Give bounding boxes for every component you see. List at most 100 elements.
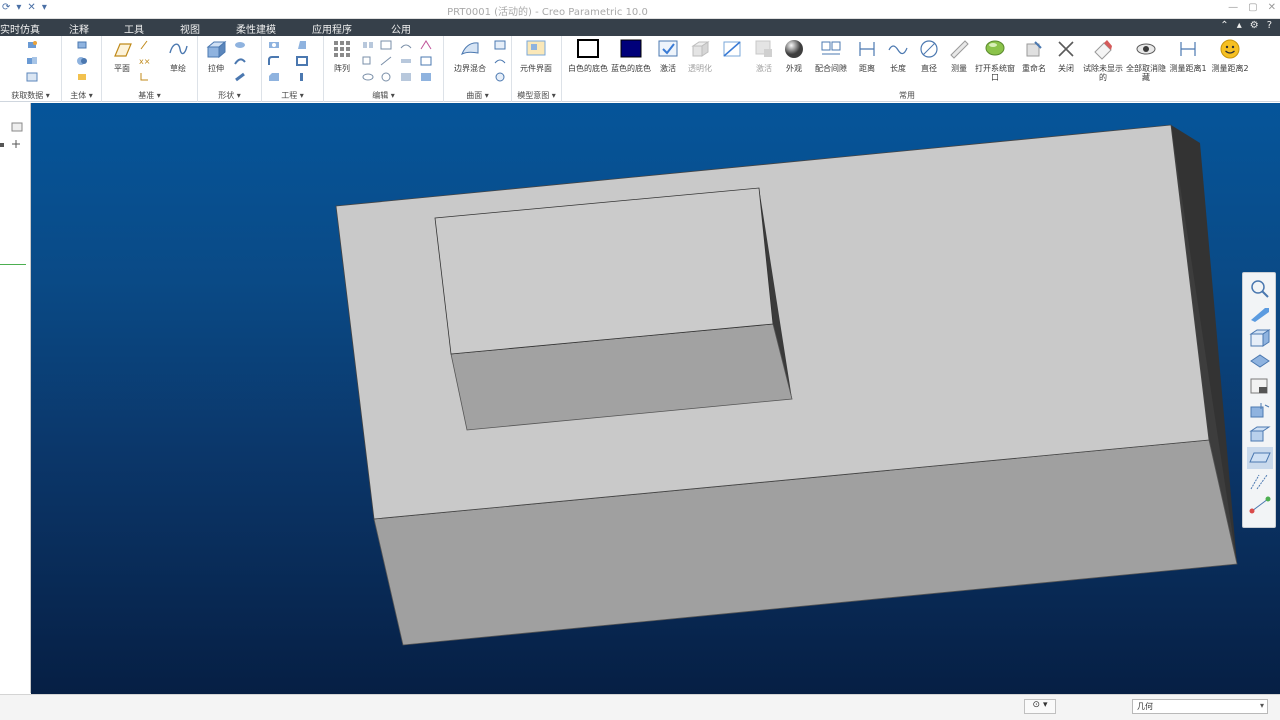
measure-dist-2-button[interactable]: 测量距离2 xyxy=(1210,38,1250,73)
mate-gap-button[interactable]: 配合间隙 xyxy=(810,38,852,73)
axis-icon[interactable] xyxy=(138,40,150,50)
sketch-icon xyxy=(169,43,188,55)
group-label-body[interactable]: 主体 ▾ xyxy=(62,90,101,101)
merge-icon[interactable] xyxy=(26,56,38,66)
section-icon[interactable] xyxy=(1247,423,1273,445)
solidify-icon[interactable] xyxy=(400,72,412,82)
group-model-intent: 元件界面 模型意图 ▾ xyxy=(512,36,562,102)
thicken-icon[interactable] xyxy=(400,56,412,66)
help-icon[interactable]: ? xyxy=(1267,20,1272,31)
perspective-icon[interactable] xyxy=(1247,399,1273,421)
boundary-blend-icon xyxy=(461,42,479,56)
freestyle-icon[interactable] xyxy=(494,72,506,82)
split-icon[interactable] xyxy=(76,72,88,82)
sweep-icon[interactable] xyxy=(234,56,246,66)
project-icon[interactable] xyxy=(380,72,392,82)
tab-view[interactable]: 视图 xyxy=(180,21,200,36)
merge-surfaces-icon[interactable] xyxy=(380,40,392,50)
zoom-icon[interactable] xyxy=(1247,277,1273,299)
collapse-ribbon-icon[interactable]: ⌃ xyxy=(1220,20,1228,31)
try-hidden-button[interactable]: 试除未显示的 xyxy=(1082,38,1124,82)
add-icon[interactable] xyxy=(10,138,22,150)
distance-icon xyxy=(859,42,875,56)
expand-icon[interactable]: ▴ xyxy=(1237,20,1242,31)
point-display-icon[interactable] xyxy=(1247,495,1273,517)
graphics-viewport[interactable] xyxy=(31,103,1280,694)
swept-blend-icon[interactable] xyxy=(234,72,246,82)
fill-icon[interactable] xyxy=(494,40,506,50)
trim-icon[interactable] xyxy=(362,72,374,82)
diameter-icon xyxy=(920,40,938,58)
saved-orientations-icon[interactable] xyxy=(1247,351,1273,373)
ribbon: 获取数据 ▾ 主体 ▾ 平面 x× 草绘 基准 ▾ 拉伸 形状 ▾ 工程 ▾ 阵… xyxy=(0,36,1280,102)
chamfer-icon[interactable] xyxy=(268,72,280,82)
refit-icon[interactable] xyxy=(1247,302,1273,324)
mirror-icon[interactable] xyxy=(362,40,374,50)
settings-gear-icon[interactable]: ⚙ xyxy=(1250,20,1259,31)
panel-tool-icon[interactable] xyxy=(10,121,24,133)
group-label-surfaces[interactable]: 曲面 ▾ xyxy=(444,90,511,101)
open-sys-window-button[interactable]: 打开系统窗口 xyxy=(973,38,1017,82)
tab-annotate[interactable]: 注释 xyxy=(69,21,89,36)
sketch-button[interactable]: 草绘 xyxy=(158,38,198,73)
group-label-engineering[interactable]: 工程 ▾ xyxy=(262,90,323,101)
view-manager-icon[interactable] xyxy=(1247,375,1273,397)
tab-realtime-simulation[interactable]: 实时仿真 xyxy=(0,21,40,36)
group-label-get-data[interactable]: 获取数据 ▾ xyxy=(0,90,61,101)
appearance-button[interactable]: 外观 xyxy=(774,38,814,73)
body-icon[interactable] xyxy=(76,40,88,50)
boolean-icon[interactable] xyxy=(76,56,88,66)
coordinate-system-icon[interactable] xyxy=(138,72,150,82)
copy-geometry-icon[interactable] xyxy=(26,40,38,50)
close-icon[interactable]: ✕ xyxy=(1268,2,1276,13)
tab-flexible-modeling[interactable]: 柔性建模 xyxy=(236,21,276,36)
display-style-icon[interactable] xyxy=(1247,327,1273,349)
slash-box-icon xyxy=(723,41,741,57)
group-label-shapes[interactable]: 形状 ▾ xyxy=(198,90,261,101)
group-label-editing[interactable]: 编辑 ▾ xyxy=(324,90,443,101)
plane-button[interactable]: 平面 xyxy=(102,38,142,73)
editing-more-icon[interactable] xyxy=(420,56,432,66)
style-icon[interactable] xyxy=(494,56,506,66)
find-button[interactable]: ⊙ ▾ xyxy=(1024,699,1056,714)
group-label-datum[interactable]: 基准 ▾ xyxy=(102,90,197,101)
component-interface-button[interactable]: 元件界面 xyxy=(516,38,556,73)
maximize-icon[interactable]: ▢ xyxy=(1248,2,1257,13)
model-tree-panel[interactable] xyxy=(0,103,31,693)
tab-common[interactable]: 公用 xyxy=(391,21,411,36)
wrap-icon[interactable] xyxy=(420,40,432,50)
white-bg-button[interactable]: 白色的底色 xyxy=(568,38,608,73)
tab-tools[interactable]: 工具 xyxy=(124,21,144,36)
draft-icon[interactable] xyxy=(296,40,308,50)
hole-icon[interactable] xyxy=(268,40,280,50)
pattern-button[interactable]: 阵列 xyxy=(322,38,362,73)
appearance-sphere-icon xyxy=(785,40,803,58)
measure-ruler-icon xyxy=(950,40,969,59)
offset-icon[interactable] xyxy=(400,40,412,50)
3d-model[interactable] xyxy=(31,103,1280,694)
remove-icon[interactable] xyxy=(420,72,432,82)
selection-filter-dropdown[interactable]: 几何 ▾ xyxy=(1132,699,1268,714)
selection-filter-value: 几何 xyxy=(1137,702,1153,711)
axis-display-icon[interactable] xyxy=(1247,471,1273,493)
blue-bg-button[interactable]: 蓝色的底色 xyxy=(611,38,651,73)
group-label-model-intent[interactable]: 模型意图 ▾ xyxy=(512,90,561,101)
plane-display-icon[interactable] xyxy=(1247,447,1273,469)
round-icon[interactable] xyxy=(268,56,280,66)
measure-dist-1-button[interactable]: 测量距离1 xyxy=(1168,38,1208,73)
rib-icon[interactable] xyxy=(296,72,308,82)
intersect-icon[interactable] xyxy=(380,56,392,66)
point-icon[interactable]: x× xyxy=(138,56,150,66)
extend-icon[interactable] xyxy=(362,56,374,66)
cancel-hide-all-button[interactable]: 全部取消隐藏 xyxy=(1124,38,1168,82)
boundary-blend-button[interactable]: 边界混合 xyxy=(448,38,492,73)
mate-gap-icon xyxy=(821,41,841,55)
minimize-icon[interactable]: — xyxy=(1228,2,1238,13)
tab-applications[interactable]: 应用程序 xyxy=(312,21,352,36)
status-bar: ⊙ ▾ 几何 ▾ xyxy=(0,694,1280,720)
import-icon[interactable] xyxy=(26,72,38,82)
close-button[interactable]: 关闭 xyxy=(1046,38,1086,73)
extrude-button[interactable]: 拉伸 xyxy=(196,38,236,73)
shell-icon[interactable] xyxy=(296,56,308,66)
revolve-icon[interactable] xyxy=(234,40,246,50)
